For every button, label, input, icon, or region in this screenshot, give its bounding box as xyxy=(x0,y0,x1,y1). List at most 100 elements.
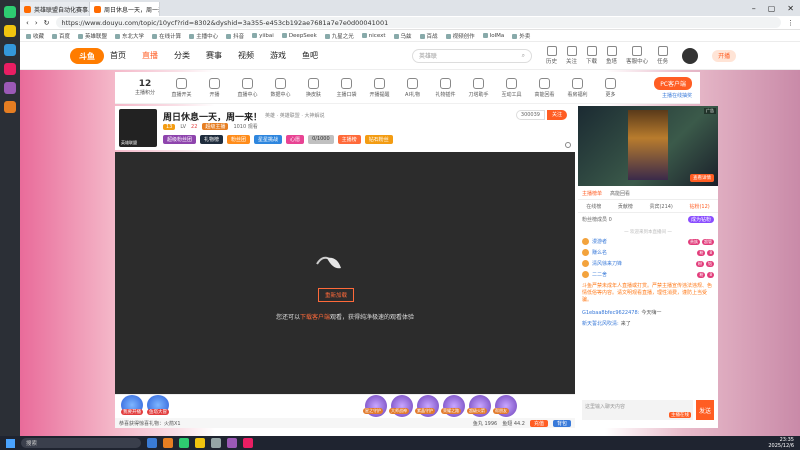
bookmark[interactable]: DeepSeek xyxy=(282,33,317,39)
bookmark[interactable]: yiibai xyxy=(252,33,274,39)
user-avatar[interactable] xyxy=(682,47,699,64)
tab-diamond-fans[interactable]: 钻粉(12) xyxy=(689,203,709,210)
bookmark[interactable]: 百战 xyxy=(420,32,438,40)
download-client-link[interactable]: 下载客户端 xyxy=(300,314,330,321)
app-icon[interactable] xyxy=(4,25,16,37)
app-icon[interactable] xyxy=(4,101,16,113)
tool-item[interactable]: 直播开关 xyxy=(165,77,198,98)
bookmark[interactable]: 在线计算 xyxy=(152,32,181,40)
room-tag[interactable]: 钻石粉丝 xyxy=(364,135,393,144)
minimize-icon[interactable]: – xyxy=(752,4,756,13)
chat-input[interactable]: 这里输入聊天内容 主播在线 xyxy=(582,400,693,420)
room-tag[interactable]: 礼物榜 xyxy=(200,135,224,144)
ad-banner[interactable]: 广告 查看详情 xyxy=(578,106,718,186)
nav-item-games[interactable]: 游戏 xyxy=(270,50,286,61)
room-tag[interactable]: 心愿 xyxy=(286,135,305,144)
tool-item[interactable]: 直播中心 xyxy=(231,77,264,98)
ad-detail-button[interactable]: 查看详情 xyxy=(690,174,714,182)
start-live-button[interactable]: 开播 xyxy=(712,49,737,62)
reload-button[interactable]: 重新加载 xyxy=(318,288,355,302)
tab-anchor-rank[interactable]: 主播榜单 xyxy=(582,190,602,197)
download-icon[interactable]: 下载 xyxy=(586,46,597,65)
tool-item[interactable]: 互动工具 xyxy=(495,77,528,98)
bookmark[interactable]: IoIMa xyxy=(483,33,505,39)
tab-replay[interactable]: 高能回看 xyxy=(610,190,630,197)
bookmark[interactable]: 九星之光 xyxy=(325,32,354,40)
tool-item[interactable]: AI礼物 xyxy=(396,77,429,98)
bookmark[interactable]: 主播中心 xyxy=(189,32,218,40)
gift-item[interactable]: 鱼塔大冒 xyxy=(147,395,169,415)
follow-button[interactable]: 关注 xyxy=(546,110,567,120)
nav-item-events[interactable]: 赛事 xyxy=(206,50,222,61)
tool-item[interactable]: 开播提醒 xyxy=(363,77,396,98)
tool-item[interactable]: 刀塔助手 xyxy=(462,77,495,98)
taskbar-app-icon[interactable] xyxy=(147,438,157,448)
tool-item[interactable]: 更多 xyxy=(594,77,627,98)
tool-item[interactable]: 礼物插件 xyxy=(429,77,462,98)
tool-item[interactable]: 开播 xyxy=(198,77,231,98)
tool-item[interactable]: 高能回看 xyxy=(528,77,561,98)
bookmark[interactable]: 英雄联盟 xyxy=(78,32,107,40)
task-icon[interactable]: 任务 xyxy=(657,46,668,65)
pc-client-button[interactable]: PC客户端 xyxy=(654,76,692,90)
app-icon[interactable] xyxy=(4,82,16,94)
taskbar-app-icon[interactable] xyxy=(211,438,221,448)
become-diamond-fan-button[interactable]: 成为钻粉 xyxy=(687,216,714,223)
backpack-button[interactable]: 背包 xyxy=(552,419,571,427)
close-icon[interactable]: ✕ xyxy=(787,4,794,13)
reload-icon[interactable]: ↻ xyxy=(44,19,50,27)
room-tag[interactable]: 星星挑战 xyxy=(254,135,283,144)
taskbar-search[interactable]: 搜索 xyxy=(21,438,141,448)
gift-item[interactable]: 帮朋友 xyxy=(493,395,517,417)
tool-item[interactable]: 数据中心 xyxy=(264,77,297,98)
clock[interactable]: 23:35 2025/12/6 xyxy=(768,437,794,449)
gift-item[interactable]: 大师战神 xyxy=(389,395,413,417)
browser-tab[interactable]: 英雄联盟自动化赛事... xyxy=(20,2,90,16)
gift-item[interactable]: 我要开播 xyxy=(121,395,143,415)
windows-start-icon[interactable] xyxy=(6,438,15,448)
bookmark[interactable]: 收藏 xyxy=(26,32,44,40)
back-icon[interactable]: ‹ xyxy=(26,19,29,27)
taskbar-app-icon[interactable] xyxy=(195,438,205,448)
nav-item-category[interactable]: 分类 xyxy=(174,50,190,61)
taskbar-app-icon[interactable] xyxy=(243,438,253,448)
gift-item[interactable]: 星之守护 xyxy=(363,395,387,417)
fishtower-icon[interactable]: 鱼塔 xyxy=(606,46,617,65)
bookmark[interactable]: 百度 xyxy=(52,32,70,40)
list-item[interactable]: 清风徐来刀锋粉钻 xyxy=(578,258,718,269)
app-icon[interactable] xyxy=(4,63,16,75)
taskbar-app-icon[interactable] xyxy=(179,438,189,448)
site-logo[interactable]: 斗鱼 xyxy=(70,48,104,64)
bookmark[interactable]: 外卖 xyxy=(512,32,530,40)
recharge-button[interactable]: 充值 xyxy=(529,419,548,427)
bookmark[interactable]: 东北大学 xyxy=(115,32,144,40)
gift-item[interactable]: 超级火箭 xyxy=(467,395,491,417)
nav-item-fishbar[interactable]: 鱼吧 xyxy=(302,50,318,61)
tab-contribution[interactable]: 贡献榜 xyxy=(618,203,633,210)
list-item[interactable]: 漫游者 贵族 超管 xyxy=(578,236,718,247)
menu-icon[interactable]: ⋮ xyxy=(787,19,794,27)
app-icon[interactable] xyxy=(4,6,16,18)
taskbar-app-icon[interactable] xyxy=(163,438,173,448)
support-icon[interactable]: 客服中心 xyxy=(626,46,648,65)
search-icon[interactable]: ⌕ xyxy=(522,52,525,60)
room-tag[interactable]: 主播榜 xyxy=(337,135,361,144)
follow-icon[interactable]: 关注 xyxy=(566,46,577,65)
share-icon[interactable] xyxy=(565,142,571,148)
forward-icon[interactable]: › xyxy=(35,19,38,27)
maximize-icon[interactable]: ▢ xyxy=(768,4,776,13)
gift-item[interactable]: 紫晶守护 xyxy=(415,395,439,417)
search-input[interactable]: 英雄联 ⌕ xyxy=(412,48,532,63)
nav-item-live[interactable]: 直播 xyxy=(142,50,158,61)
room-category[interactable]: 英雄 · 英雄联盟 · 大神解说 xyxy=(265,112,325,119)
nav-item-home[interactable]: 首页 xyxy=(110,50,126,61)
bookmark[interactable]: 乌兹 xyxy=(394,32,412,40)
room-tag[interactable]: 超级粉丝团 xyxy=(163,135,197,144)
tab-online[interactable]: 在线榜 xyxy=(586,203,601,210)
video-player[interactable]: 重新加载 您还可以下载客户端观看，获得纯净极速的观看体验 我要开播 鱼塔大冒 星… xyxy=(115,152,575,428)
chat-list[interactable]: 一 欢迎来到本直播间 一 漫游者 贵族 超管 赚么名粉 8 清风徐来刀锋粉钻 二二舍粉… xyxy=(578,228,718,408)
tab-vip[interactable]: 贵宾(214) xyxy=(649,203,672,210)
history-icon[interactable]: 历史 xyxy=(546,46,557,65)
tool-item[interactable]: 换皮肤 xyxy=(297,77,330,98)
list-item[interactable]: 二二舍粉 8 xyxy=(578,269,718,280)
